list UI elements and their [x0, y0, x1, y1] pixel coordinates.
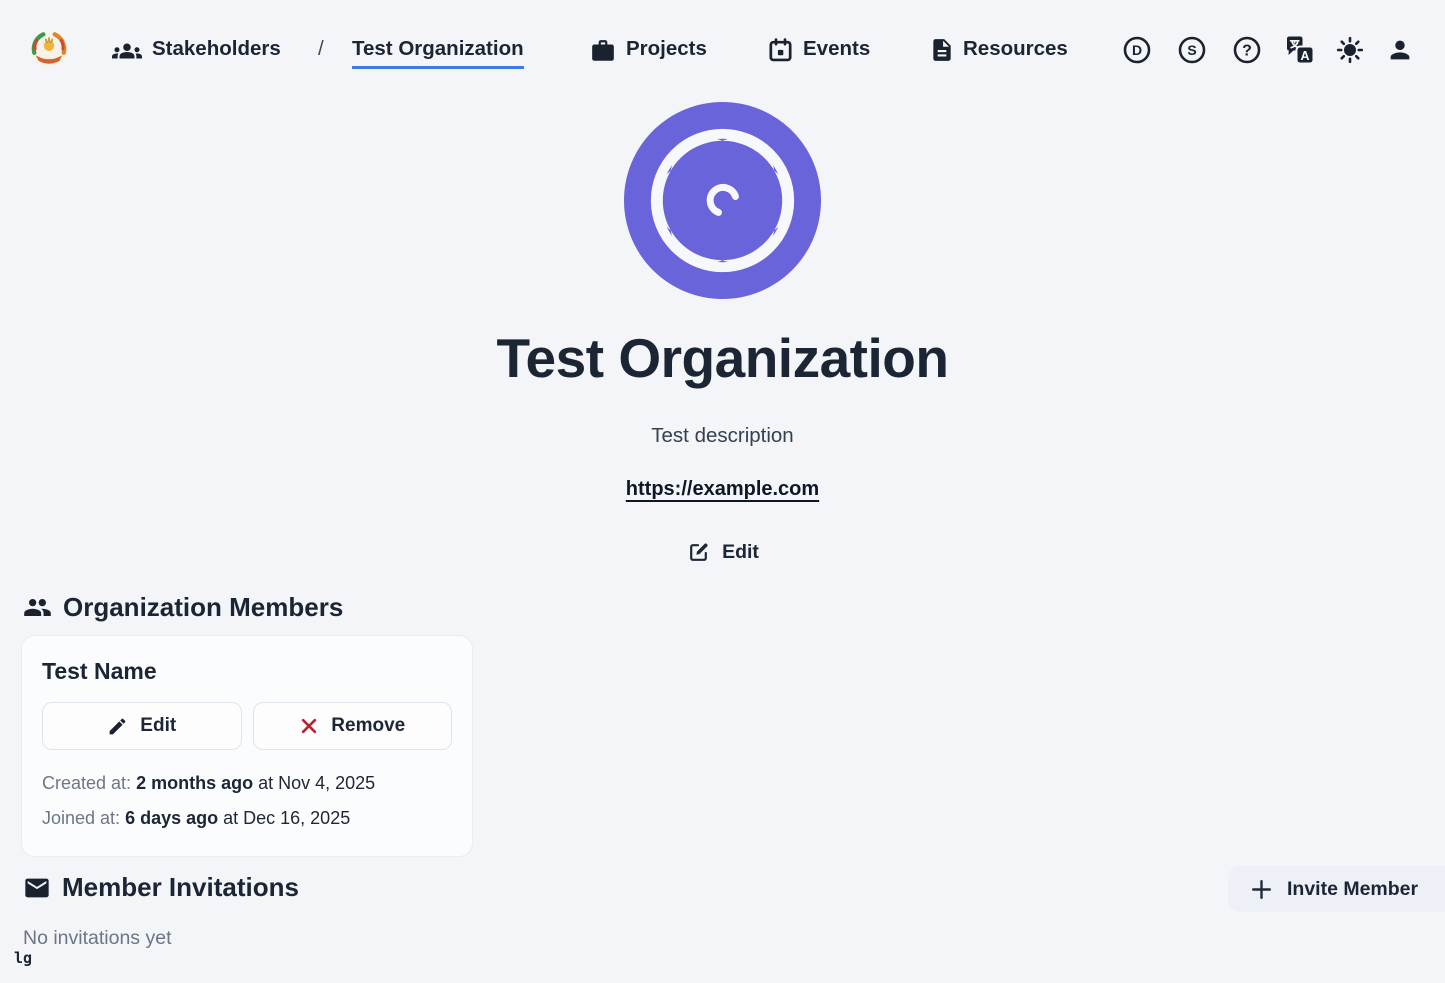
calendar-icon — [767, 37, 794, 64]
organization-avatar — [623, 101, 822, 305]
members-section-heading: Organization Members — [23, 592, 343, 623]
briefcase-icon — [590, 38, 616, 64]
circled-s-letter: S — [1187, 42, 1196, 58]
stakeholders-groups-icon — [112, 36, 142, 66]
organization-name: Test Organization — [0, 326, 1445, 390]
invite-member-label: Invite Member — [1287, 878, 1418, 901]
member-edit-label: Edit — [140, 715, 176, 737]
member-remove-label: Remove — [331, 715, 405, 737]
breadcrumb-separator: / — [318, 37, 324, 61]
nav-item-resources[interactable]: Resources — [963, 37, 1068, 61]
circled-s-icon[interactable]: S — [1178, 36, 1206, 64]
emblem-logo-icon — [30, 31, 68, 69]
circled-d-letter: D — [1132, 42, 1142, 58]
app-root: Stakeholders / Test Organization Project… — [0, 0, 1445, 983]
breakpoint-debug-badge: lg — [14, 949, 32, 967]
organization-edit-button[interactable]: Edit — [0, 540, 1445, 565]
joined-label: Joined at: — [42, 808, 120, 828]
no-invitations-text: No invitations yet — [23, 927, 172, 950]
member-card: Test Name Edit Remove Created — [21, 635, 473, 857]
created-label: Created at: — [42, 773, 131, 793]
person-icon[interactable] — [1386, 36, 1414, 64]
help-icon[interactable]: ? — [1233, 36, 1261, 64]
invite-member-button[interactable]: Invite Member — [1228, 866, 1445, 912]
member-remove-button[interactable]: Remove — [253, 702, 453, 750]
joined-relative: 6 days ago — [125, 808, 218, 828]
translate-icon[interactable]: A — [1284, 34, 1316, 66]
invitations-heading-text: Member Invitations — [62, 872, 299, 903]
nav-item-projects[interactable]: Projects — [626, 37, 707, 61]
envelope-icon — [23, 874, 51, 902]
sun-icon[interactable] — [1336, 36, 1364, 64]
breadcrumb-stakeholders[interactable]: Stakeholders — [152, 37, 281, 61]
breadcrumb-current-org[interactable]: Test Organization — [352, 37, 524, 69]
created-rest: at Nov 4, 2025 — [253, 773, 375, 793]
member-created-line: Created at: 2 months ago at Nov 4, 2025 — [42, 766, 452, 801]
member-joined-line: Joined at: 6 days ago at Dec 16, 2025 — [42, 801, 452, 836]
members-heading-text: Organization Members — [63, 592, 343, 623]
plus-icon — [1249, 877, 1274, 902]
member-edit-button[interactable]: Edit — [42, 702, 242, 750]
joined-rest: at Dec 16, 2025 — [218, 808, 350, 828]
circled-d-icon[interactable]: D — [1123, 36, 1151, 64]
created-relative: 2 months ago — [136, 773, 253, 793]
organization-edit-label: Edit — [722, 541, 759, 564]
organization-website-link[interactable]: https://example.com — [626, 478, 819, 500]
group-icon — [23, 593, 52, 622]
organization-description: Test description — [0, 424, 1445, 448]
help-question-mark: ? — [1242, 43, 1252, 60]
invitations-section-heading: Member Invitations — [23, 872, 299, 903]
nav-item-events[interactable]: Events — [803, 37, 870, 61]
svg-text:A: A — [1300, 49, 1309, 63]
pencil-icon — [107, 716, 128, 737]
remove-x-icon — [299, 716, 319, 736]
member-name: Test Name — [42, 658, 452, 685]
site-logo[interactable] — [30, 31, 68, 74]
document-icon — [929, 37, 955, 63]
edit-square-icon — [686, 540, 711, 565]
